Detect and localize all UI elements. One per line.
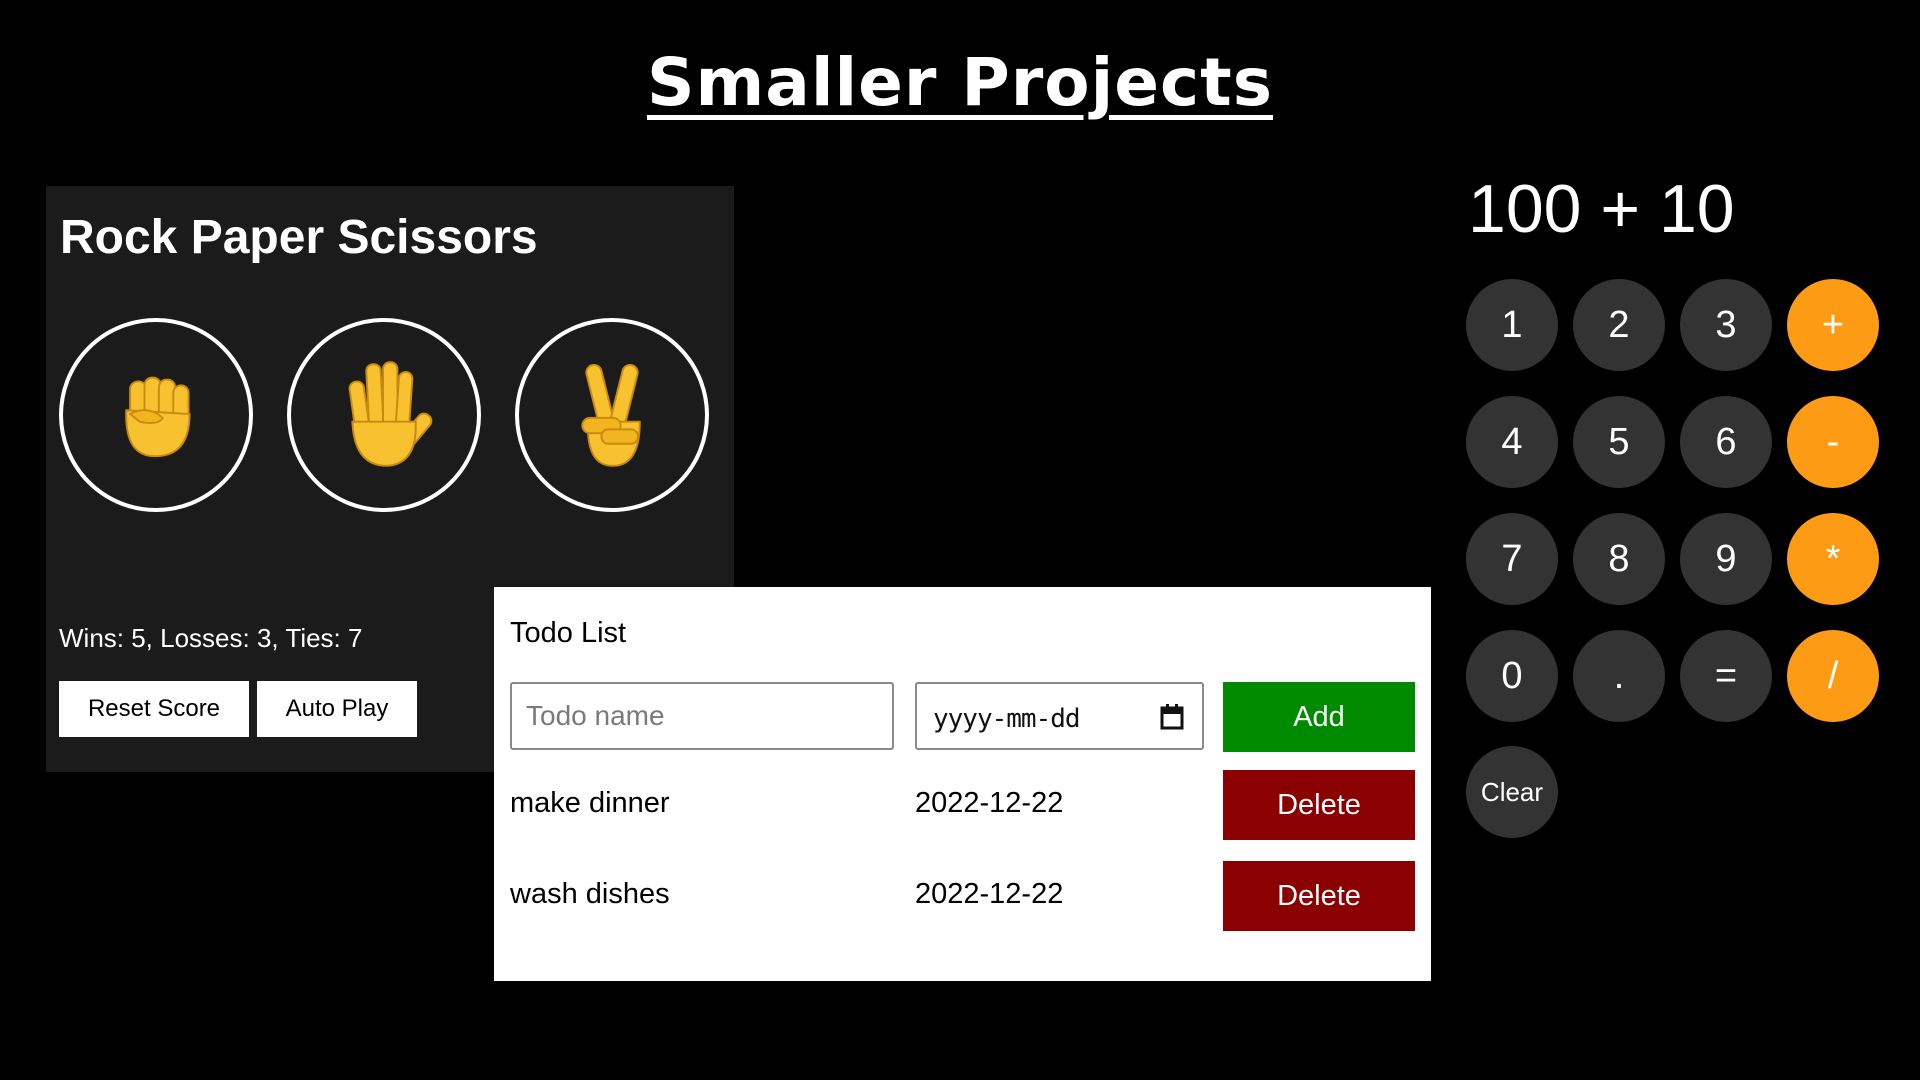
key-7[interactable]: 7: [1466, 513, 1558, 605]
todo-date-input[interactable]: yyyy-mm-dd: [915, 682, 1204, 750]
todo-item-date: 2022-12-22: [915, 878, 1064, 910]
key-6[interactable]: 6: [1680, 396, 1772, 488]
slide-title: Smaller Projects: [647, 44, 1273, 121]
fist-icon: [125, 376, 191, 458]
delete-button[interactable]: Delete: [1223, 770, 1415, 840]
clear-button[interactable]: Clear: [1466, 746, 1558, 838]
add-button[interactable]: Add: [1223, 682, 1415, 752]
todo-item-name: wash dishes: [510, 878, 670, 910]
key-9[interactable]: 9: [1680, 513, 1772, 605]
date-placeholder: yyyy-mm-dd: [933, 704, 1081, 734]
key-minus[interactable]: -: [1787, 396, 1879, 488]
raised-hand-icon: [348, 361, 433, 467]
key-0[interactable]: 0: [1466, 630, 1558, 722]
calculator-app: 100 + 10 1 2 3 + 4 5 6 - 7 8 9 * 0 . = /…: [1460, 170, 1900, 850]
key-3[interactable]: 3: [1680, 279, 1772, 371]
todo-item-name: make dinner: [510, 787, 670, 819]
delete-button[interactable]: Delete: [1223, 861, 1415, 931]
auto-play-button[interactable]: Auto Play: [257, 681, 417, 737]
key-2[interactable]: 2: [1573, 279, 1665, 371]
key-decimal[interactable]: .: [1573, 630, 1665, 722]
key-1[interactable]: 1: [1466, 279, 1558, 371]
key-equals[interactable]: =: [1680, 630, 1772, 722]
todo-item-date: 2022-12-22: [915, 787, 1064, 819]
key-multiply[interactable]: *: [1787, 513, 1879, 605]
key-8[interactable]: 8: [1573, 513, 1665, 605]
key-divide[interactable]: /: [1787, 630, 1879, 722]
key-4[interactable]: 4: [1466, 396, 1558, 488]
key-plus[interactable]: +: [1787, 279, 1879, 371]
key-5[interactable]: 5: [1573, 396, 1665, 488]
scissors-button[interactable]: [515, 318, 709, 512]
paper-button[interactable]: [287, 318, 481, 512]
score-text: Wins: 5, Losses: 3, Ties: 7: [59, 623, 363, 653]
calculator-display: 100 + 10: [1468, 171, 1735, 247]
reset-score-button[interactable]: Reset Score: [59, 681, 249, 737]
victory-hand-icon: [581, 363, 641, 467]
todo-list-app: Todo List yyyy-mm-dd Add make dinner 202…: [494, 587, 1431, 981]
rock-button[interactable]: [59, 318, 253, 512]
rps-title: Rock Paper Scissors: [60, 211, 538, 264]
todo-name-input[interactable]: [510, 682, 894, 750]
todo-title: Todo List: [510, 617, 627, 649]
slide: Smaller Projects Rock Paper Scissors Win…: [0, 0, 1920, 1080]
calendar-icon[interactable]: [1160, 704, 1184, 730]
